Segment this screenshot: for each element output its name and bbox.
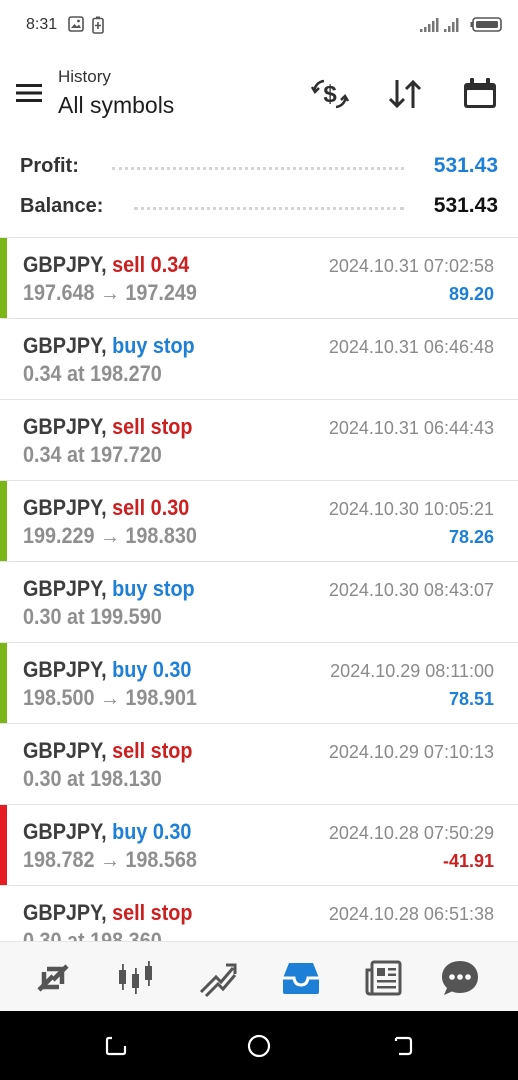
order-detail: 0.34 at 197.720 xyxy=(23,442,162,467)
order-title: GBPJPY, sell stop xyxy=(23,738,192,764)
order-time: 2024.10.31 06:46:48 xyxy=(328,337,494,357)
order-profit: -41.91 xyxy=(442,851,494,871)
order-title: GBPJPY, sell stop xyxy=(23,900,192,926)
symbol-label: GBPJPY, xyxy=(23,900,107,925)
list-item[interactable]: GBPJPY, sell 0.34 197.648 → 197.249 2024.1… xyxy=(0,238,518,319)
order-detail: 0.34 at 198.270 xyxy=(23,361,162,386)
order-detail: 0.30 at 198.130 xyxy=(23,766,162,791)
symbol-label: GBPJPY, xyxy=(23,495,107,520)
currency-exchange-icon[interactable]: $ xyxy=(308,72,352,116)
order-profit: 89.20 xyxy=(448,284,494,304)
order-title: GBPJPY, buy 0.30 xyxy=(23,657,191,683)
status-time: 8:31 xyxy=(26,16,58,33)
order-title: GBPJPY, sell 0.34 xyxy=(23,252,189,278)
profit-value: 531.43 xyxy=(433,154,498,177)
order-time: 2024.10.30 10:05:21 xyxy=(328,499,494,519)
list-item[interactable]: GBPJPY, sell stop 0.34 at 197.720 2024.10.… xyxy=(0,400,518,481)
svg-text:$: $ xyxy=(323,81,337,108)
order-type: buy stop xyxy=(112,576,195,601)
order-type: buy 0.30 xyxy=(112,657,192,682)
result-indicator-bar xyxy=(0,643,7,723)
signal-icon xyxy=(420,17,464,38)
list-item[interactable]: GBPJPY, sell 0.30 199.229 → 198.830 2024.1… xyxy=(0,481,518,562)
trade-icon[interactable] xyxy=(196,956,240,1000)
system-nav-bar xyxy=(0,1011,518,1080)
order-time: 2024.10.28 06:51:38 xyxy=(328,904,494,924)
list-item[interactable]: GBPJPY, buy 0.30 198.782 → 198.568 2024.10… xyxy=(0,805,518,886)
result-indicator-bar xyxy=(0,805,7,885)
chart-icon[interactable] xyxy=(114,956,158,1000)
symbol-label: GBPJPY, xyxy=(23,333,107,358)
order-detail: 0.30 at 199.590 xyxy=(23,604,162,629)
header-subtitle: History xyxy=(58,67,111,86)
symbol-label: GBPJPY, xyxy=(23,819,107,844)
order-title: GBPJPY, sell 0.30 xyxy=(23,495,189,521)
dotted-leader xyxy=(134,206,404,210)
balance-value: 531.43 xyxy=(433,194,498,217)
home-button[interactable] xyxy=(246,1033,272,1059)
result-indicator-bar xyxy=(0,481,7,561)
order-title: GBPJPY, buy stop xyxy=(23,333,195,359)
order-type: buy 0.30 xyxy=(112,819,192,844)
order-type: buy stop xyxy=(112,333,195,358)
battery-saver-icon xyxy=(92,16,104,39)
battery-icon xyxy=(470,17,502,37)
order-type: sell 0.34 xyxy=(112,252,190,277)
account-summary: Profit: 531.43 Balance: 531.43 xyxy=(0,144,518,236)
list-item[interactable]: GBPJPY, sell stop 0.30 at 198.130 2024.10.… xyxy=(0,724,518,805)
order-time: 2024.10.30 08:43:07 xyxy=(328,580,494,600)
order-time: 2024.10.31 06:44:43 xyxy=(328,418,494,438)
back-button[interactable] xyxy=(390,1033,416,1059)
order-detail: 198.782 → 198.568 xyxy=(23,847,197,872)
order-detail: 197.648 → 197.249 xyxy=(23,280,197,305)
list-item[interactable]: GBPJPY, sell stop 0.30 at 198.360 2024.10.… xyxy=(0,886,518,941)
app-header: History All symbols $ xyxy=(0,52,518,142)
symbol-label: GBPJPY, xyxy=(23,252,107,277)
history-icon[interactable] xyxy=(279,956,323,1000)
order-title: GBPJPY, buy 0.30 xyxy=(23,819,191,845)
menu-icon[interactable] xyxy=(14,78,44,108)
order-time: 2024.10.28 07:50:29 xyxy=(328,823,494,843)
history-list[interactable]: GBPJPY, sell 0.34 197.648 → 197.249 2024.1… xyxy=(0,237,518,941)
quotes-icon[interactable] xyxy=(31,956,75,1000)
bottom-nav xyxy=(0,941,518,1011)
chat-icon[interactable] xyxy=(438,956,482,1000)
result-indicator-bar xyxy=(0,238,7,318)
status-bar: 8:31 xyxy=(0,0,518,52)
page-title[interactable]: All symbols xyxy=(58,92,174,119)
list-item[interactable]: GBPJPY, buy stop 0.34 at 198.270 2024.10.3… xyxy=(0,319,518,400)
order-time: 2024.10.29 07:10:13 xyxy=(328,742,494,762)
list-item[interactable]: GBPJPY, buy 0.30 198.500 → 198.901 2024.10… xyxy=(0,643,518,724)
balance-row: Balance: 531.43 xyxy=(20,189,498,225)
order-type: sell 0.30 xyxy=(112,495,190,520)
profit-row: Profit: 531.43 xyxy=(20,149,498,185)
sort-icon[interactable] xyxy=(383,72,427,116)
recents-button[interactable] xyxy=(103,1033,129,1059)
order-type: sell stop xyxy=(112,414,193,439)
order-time: 2024.10.31 07:02:58 xyxy=(328,256,494,276)
order-detail: 0.30 at 198.360 xyxy=(23,928,162,941)
calendar-icon[interactable] xyxy=(458,72,502,116)
list-item[interactable]: GBPJPY, buy stop 0.30 at 199.590 2024.10.3… xyxy=(0,562,518,643)
news-icon[interactable] xyxy=(362,956,406,1000)
profit-label: Profit: xyxy=(20,155,79,177)
dotted-leader xyxy=(112,166,404,170)
order-detail: 199.229 → 198.830 xyxy=(23,523,197,548)
order-type: sell stop xyxy=(112,900,193,925)
order-type: sell stop xyxy=(112,738,193,763)
order-profit: 78.51 xyxy=(448,689,494,709)
order-detail: 198.500 → 198.901 xyxy=(23,685,197,710)
symbol-label: GBPJPY, xyxy=(23,738,107,763)
gallery-icon xyxy=(68,16,84,37)
balance-label: Balance: xyxy=(20,195,104,217)
order-title: GBPJPY, buy stop xyxy=(23,576,195,602)
symbol-label: GBPJPY, xyxy=(23,414,107,439)
order-time: 2024.10.29 08:11:00 xyxy=(330,661,494,681)
symbol-label: GBPJPY, xyxy=(23,576,107,601)
order-profit: 78.26 xyxy=(448,527,494,547)
order-title: GBPJPY, sell stop xyxy=(23,414,192,440)
symbol-label: GBPJPY, xyxy=(23,657,107,682)
